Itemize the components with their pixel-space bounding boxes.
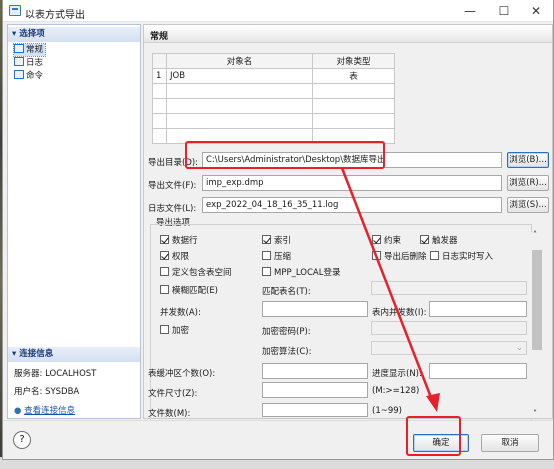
annotation-arrow xyxy=(340,167,440,412)
